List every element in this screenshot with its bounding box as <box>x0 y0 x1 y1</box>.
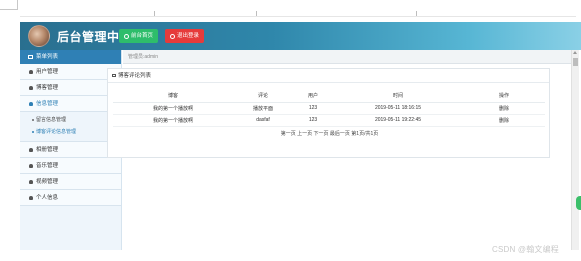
comment-table: 博客 评论 用户 时间 操作 我的第一个播放啊 播放平面 123 2019-05… <box>113 90 545 127</box>
column-header: 博客 <box>113 90 233 103</box>
home-icon <box>124 33 129 39</box>
admin-frame: 后台管理中心 前台首页 退出登录 菜单列表 用户管理 博客管理 信息管理 留言信… <box>20 22 581 250</box>
sidebar-title: 菜单列表 <box>36 54 59 60</box>
home-button[interactable]: 前台首页 <box>119 29 159 43</box>
user-icon <box>29 195 33 200</box>
sidebar-item-users[interactable]: 用户管理 <box>20 64 121 80</box>
watermark: CSDN @翰文编程 <box>492 245 560 254</box>
avatar <box>28 25 50 47</box>
sidebar-subitem-blog-comments[interactable]: 博客评论信息管理 <box>20 126 121 138</box>
logout-button[interactable]: 退出登录 <box>165 29 205 43</box>
user-icon <box>29 85 33 90</box>
logout-button-label: 退出登录 <box>177 33 200 39</box>
screenshot: 后台管理中心 前台首页 退出登录 菜单列表 用户管理 博客管理 信息管理 留言信… <box>0 0 581 261</box>
sidebar-item-profile[interactable]: 个人信息 <box>20 190 121 206</box>
sidebar-item-label: 用户管理 <box>36 68 59 75</box>
column-header: 评论 <box>233 90 293 103</box>
list-icon <box>112 74 116 77</box>
pagination[interactable]: 第一页 上一页 下一页 最后一页 第1页/共1页 <box>108 128 551 140</box>
delete-link[interactable]: 删除 <box>463 102 545 115</box>
user-icon <box>29 179 33 184</box>
cell-time: 2019-05-11 18:16:15 <box>333 102 463 115</box>
list-icon <box>28 55 33 59</box>
power-icon <box>170 33 175 39</box>
user-icon <box>29 147 33 152</box>
sidebar-header: 菜单列表 <box>20 50 121 64</box>
sidebar-item-info[interactable]: 信息管理 <box>20 96 121 112</box>
cell-blog: 我的第一个播放啊 <box>113 102 233 115</box>
table-row: 我的第一个播放啊 播放平面 123 2019-05-11 18:16:15 删除 <box>113 102 545 115</box>
delete-link[interactable]: 删除 <box>463 114 545 127</box>
top-divider <box>20 16 576 17</box>
top-header: 后台管理中心 前台首页 退出登录 <box>20 22 581 50</box>
breadcrumb: 管理员:admin <box>123 50 571 64</box>
sidebar-item-label: 音乐管理 <box>36 162 59 169</box>
cell-comment: dasfaf <box>233 114 293 127</box>
sidebar-item-videos[interactable]: 视频管理 <box>20 174 121 190</box>
sidebar-item-albums[interactable]: 相册管理 <box>20 142 121 158</box>
sidebar-subitem-label: 博客评论信息管理 <box>36 129 77 135</box>
comment-list-panel: 博客评论列表 博客 评论 用户 时间 操作 我的第一个播放啊 播放平面 123 … <box>107 68 550 158</box>
window-corner <box>0 0 18 10</box>
sidebar-subitem-label: 留言信息管理 <box>36 117 67 123</box>
home-button-label: 前台首页 <box>131 33 154 39</box>
panel-title: 博客评论列表 <box>118 72 152 79</box>
column-header: 操作 <box>463 90 545 103</box>
column-header: 用户 <box>293 90 333 103</box>
cell-time: 2019-05-11 19:22:45 <box>333 114 463 127</box>
sidebar-item-label: 视频管理 <box>36 178 59 185</box>
sidebar-submenu: 留言信息管理 博客评论信息管理 <box>20 112 121 142</box>
cell-blog: 我的第一个播放啊 <box>113 114 233 127</box>
scrollbar-thumb[interactable] <box>573 58 578 66</box>
panel-header: 博客评论列表 <box>108 69 549 83</box>
sidebar-item-music[interactable]: 音乐管理 <box>20 158 121 174</box>
sidebar-item-label: 信息管理 <box>36 100 59 107</box>
bullet-icon <box>32 119 34 121</box>
sidebar-item-blogs[interactable]: 博客管理 <box>20 80 121 96</box>
scroll-up-arrow-icon[interactable] <box>573 51 577 54</box>
sidebar-item-label: 博客管理 <box>36 84 59 91</box>
floating-side-tab[interactable] <box>576 196 581 210</box>
table-row: 我的第一个播放啊 dasfaf 123 2019-05-11 19:22:45 … <box>113 114 545 127</box>
sidebar-item-label: 个人信息 <box>36 194 59 201</box>
sidebar-item-label: 相册管理 <box>36 146 59 153</box>
cell-comment: 播放平面 <box>233 102 293 115</box>
user-icon <box>29 101 33 106</box>
sidebar-subitem-messages[interactable]: 留言信息管理 <box>20 114 121 126</box>
cell-user: 123 <box>293 102 333 115</box>
column-header: 时间 <box>333 90 463 103</box>
browser-top-strip <box>0 0 581 20</box>
user-icon <box>29 163 33 168</box>
cell-user: 123 <box>293 114 333 127</box>
scrollbar[interactable] <box>571 50 579 250</box>
user-icon <box>29 69 33 74</box>
bullet-icon <box>32 131 34 133</box>
table-header-row: 博客 评论 用户 时间 操作 <box>113 90 545 103</box>
